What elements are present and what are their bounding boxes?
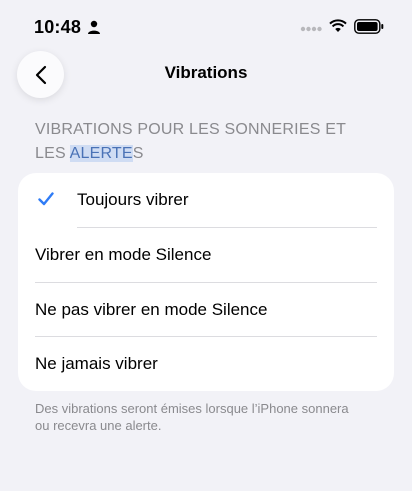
section-header-suffix: S [132, 145, 144, 162]
vibration-options-list: Toujours vibrer Vibrer en mode Silence N… [18, 173, 394, 391]
signal-dots-icon [300, 26, 322, 32]
status-bar: 10:48 [0, 0, 412, 56]
option-vibrer-mode-silence[interactable]: Vibrer en mode Silence [18, 228, 394, 282]
option-label: Ne jamais vibrer [35, 354, 158, 373]
footer-note: Des vibrations seront émises lorsque l’i… [35, 401, 349, 433]
status-time: 10:48 [34, 17, 82, 37]
section-header: VIBRATIONS POUR LES SONNERIES ET LES ALE… [35, 118, 380, 166]
option-toujours-vibrer[interactable]: Toujours vibrer [18, 173, 394, 227]
option-label: Ne pas vibrer en mode Silence [35, 300, 268, 319]
checkmark-icon [38, 192, 54, 206]
page-title: Vibrations [164, 63, 248, 82]
option-ne-pas-vibrer-mode-silence[interactable]: Ne pas vibrer en mode Silence [18, 283, 394, 337]
option-ne-jamais-vibrer[interactable]: Ne jamais vibrer [18, 337, 394, 391]
wifi-icon [329, 19, 347, 32]
option-label: Vibrer en mode Silence [35, 245, 212, 264]
battery-icon [354, 19, 384, 34]
option-label: Toujours vibrer [77, 190, 189, 209]
person-icon [88, 20, 100, 34]
selected-text: ALERTE [69, 145, 133, 162]
